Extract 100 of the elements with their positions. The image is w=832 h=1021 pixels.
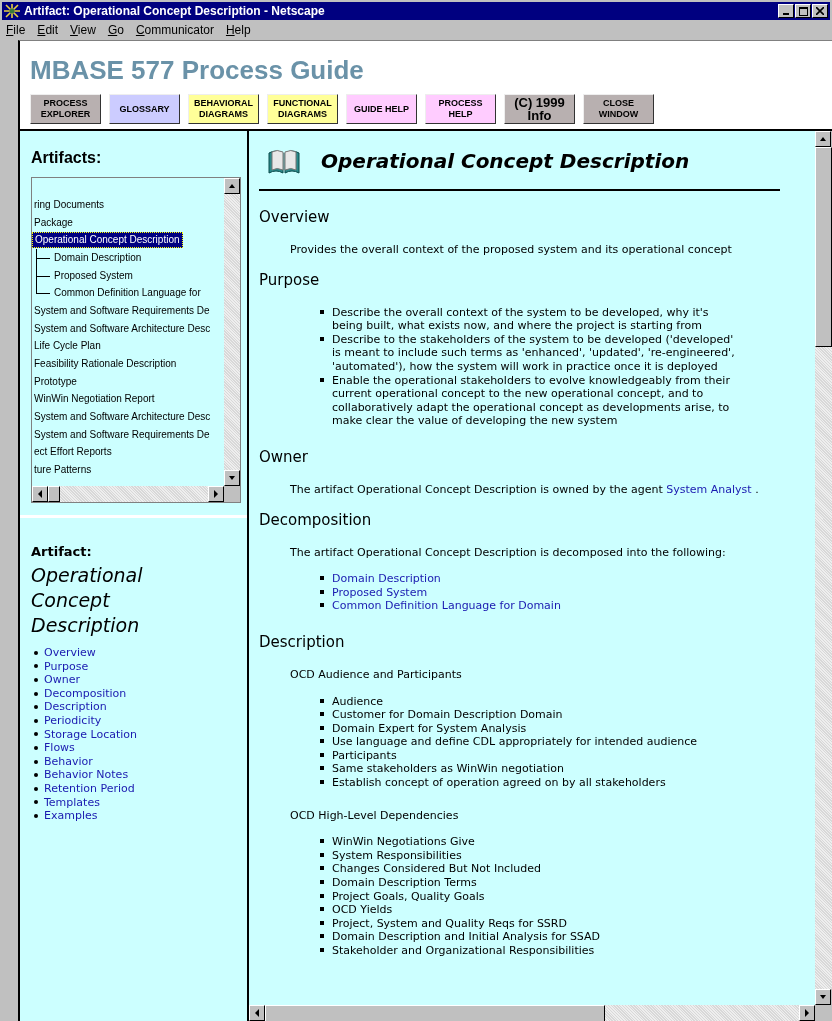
menu-item[interactable]: Help (225, 23, 251, 37)
bullet-icon (34, 759, 38, 764)
horizontal-scrollbar[interactable] (32, 486, 224, 502)
tree-item[interactable]: Package (32, 215, 75, 230)
scroll-thumb[interactable] (815, 147, 832, 347)
list-item: Domain Description Terms (332, 876, 477, 890)
minimize-button[interactable] (778, 4, 794, 18)
paragraph: The artifact Operational Concept Description is owned by the agent System Analyst . (290, 482, 760, 497)
bullet-icon (34, 745, 38, 750)
section-link[interactable]: Overview (44, 646, 96, 660)
tree-connector-icon (36, 249, 50, 268)
bullet-icon (320, 852, 324, 857)
scroll-left-button[interactable] (249, 1005, 265, 1021)
section-link[interactable]: Flows (44, 741, 75, 755)
scroll-right-button[interactable] (208, 486, 224, 502)
tree-item[interactable]: System and Software Requirements De (32, 427, 212, 442)
list-item: WinWin Negotiations Give (332, 835, 475, 849)
scroll-down-button[interactable] (815, 989, 831, 1005)
scroll-up-button[interactable] (224, 178, 240, 194)
list-item: Describe the overall context of the system to be developed, why it's being built, what exists now, and where the project is starting from (332, 305, 710, 333)
menu-item[interactable]: Go (107, 23, 124, 37)
section-link[interactable]: Behavior (44, 754, 93, 769)
section-link[interactable]: Purpose (44, 659, 89, 674)
bullet-icon (34, 664, 38, 669)
menu-item[interactable]: Edit (37, 23, 59, 37)
bullet-icon (320, 377, 324, 382)
tree-item[interactable]: Prototype (32, 374, 79, 389)
scroll-thumb[interactable] (48, 486, 60, 502)
nav-button[interactable]: CLOSE WINDOW (583, 94, 654, 124)
bullet-icon (34, 718, 38, 723)
nav-button[interactable]: BEHAVIORAL DIAGRAMS (188, 94, 259, 124)
tree-item[interactable]: Feasibility Rationale Description (32, 357, 179, 372)
tree-item[interactable]: ect Effort Reports (32, 445, 114, 460)
bullet-icon (320, 336, 324, 341)
component-link[interactable]: Common Definition Language for Domain (332, 599, 561, 613)
scroll-up-button[interactable] (815, 131, 831, 147)
vertical-scrollbar[interactable] (815, 131, 832, 1005)
component-link[interactable]: Domain Description (332, 572, 441, 586)
tree-item[interactable]: Proposed System (52, 268, 135, 283)
bullet-icon (34, 705, 38, 710)
caret-icon (228, 183, 236, 189)
bullet-icon (34, 786, 38, 791)
scroll-left-button[interactable] (32, 486, 48, 502)
close-button[interactable] (812, 4, 828, 18)
section-link[interactable]: Behavior Notes (44, 768, 129, 782)
bullet-icon (320, 603, 324, 608)
nav-button[interactable]: PROCESS HELP (425, 94, 496, 124)
section-heading: Decomposition (259, 509, 373, 530)
section-link[interactable]: Examples (44, 809, 98, 823)
component-link[interactable]: Proposed System (332, 585, 428, 600)
tree-item[interactable]: Operational Concept Description (32, 232, 183, 249)
nav-button[interactable]: PROCESS EXPLORER (30, 94, 101, 124)
caret-icon (228, 475, 236, 481)
list-item: System Responsibilities (332, 848, 462, 863)
list-item: Project, System and Quality Reqs for SSRD (332, 916, 567, 931)
section-link[interactable]: Templates (44, 795, 100, 810)
scroll-down-button[interactable] (224, 470, 240, 486)
window-title: Artifact: Operational Concept Description - Netscape (24, 4, 326, 18)
nav-button[interactable]: FUNCTIONAL DIAGRAMS (267, 94, 338, 124)
nav-button[interactable]: GLOSSARY (109, 94, 180, 124)
menu-item[interactable]: Communicator (135, 23, 214, 37)
list-item: Establish concept of operation agreed on by all stakeholders (332, 776, 666, 790)
bullet-icon (320, 839, 324, 844)
section-link[interactable]: Owner (44, 673, 80, 687)
menu-item[interactable]: View (70, 23, 96, 37)
bullet-icon (320, 948, 324, 952)
menu-item[interactable]: File (6, 23, 26, 37)
horizontal-scrollbar[interactable] (249, 1005, 815, 1021)
tree-item[interactable]: ring Documents (32, 197, 107, 212)
bullet-icon (320, 712, 324, 717)
tree-item[interactable]: System and Software Architecture Desc (32, 410, 213, 425)
tree-item[interactable]: Domain Description (52, 250, 144, 265)
bullet-icon (320, 866, 324, 871)
section-link[interactable]: Description (44, 700, 107, 714)
paragraph: The artifact Operational Concept Description is decomposed into the following: (290, 545, 727, 560)
nav-button[interactable]: (C) 1999 Info (504, 94, 575, 124)
tree-item[interactable]: System and Software Requirements De (32, 303, 212, 318)
bullet-icon (320, 576, 324, 581)
section-link[interactable]: Decomposition (44, 686, 127, 701)
tree-item[interactable]: System and Software Architecture Desc (32, 321, 213, 336)
bullet-icon (34, 813, 38, 818)
nav-button[interactable]: GUIDE HELP (346, 94, 417, 124)
agent-link[interactable]: System Analyst (666, 482, 752, 496)
bullet-icon (320, 725, 324, 730)
scroll-right-button[interactable] (799, 1005, 815, 1021)
scroll-thumb[interactable] (265, 1005, 605, 1021)
tree-item[interactable]: ture Patterns (32, 463, 94, 478)
bullet-icon (320, 766, 324, 771)
tree-item[interactable]: Common Definition Language for (52, 286, 203, 301)
site-logo: MBASE 577 Process Guide (30, 55, 365, 86)
vertical-scrollbar[interactable] (224, 178, 240, 486)
caret-icon (819, 994, 827, 1000)
bullet-icon (320, 739, 324, 744)
tree-item[interactable]: WinWin Negotiation Report (32, 392, 157, 407)
section-link[interactable]: Storage Location (44, 727, 138, 742)
maximize-button[interactable] (795, 4, 811, 18)
section-link[interactable]: Retention Period (44, 781, 135, 796)
bullet-icon (320, 780, 324, 785)
section-link[interactable]: Periodicity (44, 713, 102, 728)
tree-item[interactable]: Life Cycle Plan (32, 339, 103, 354)
